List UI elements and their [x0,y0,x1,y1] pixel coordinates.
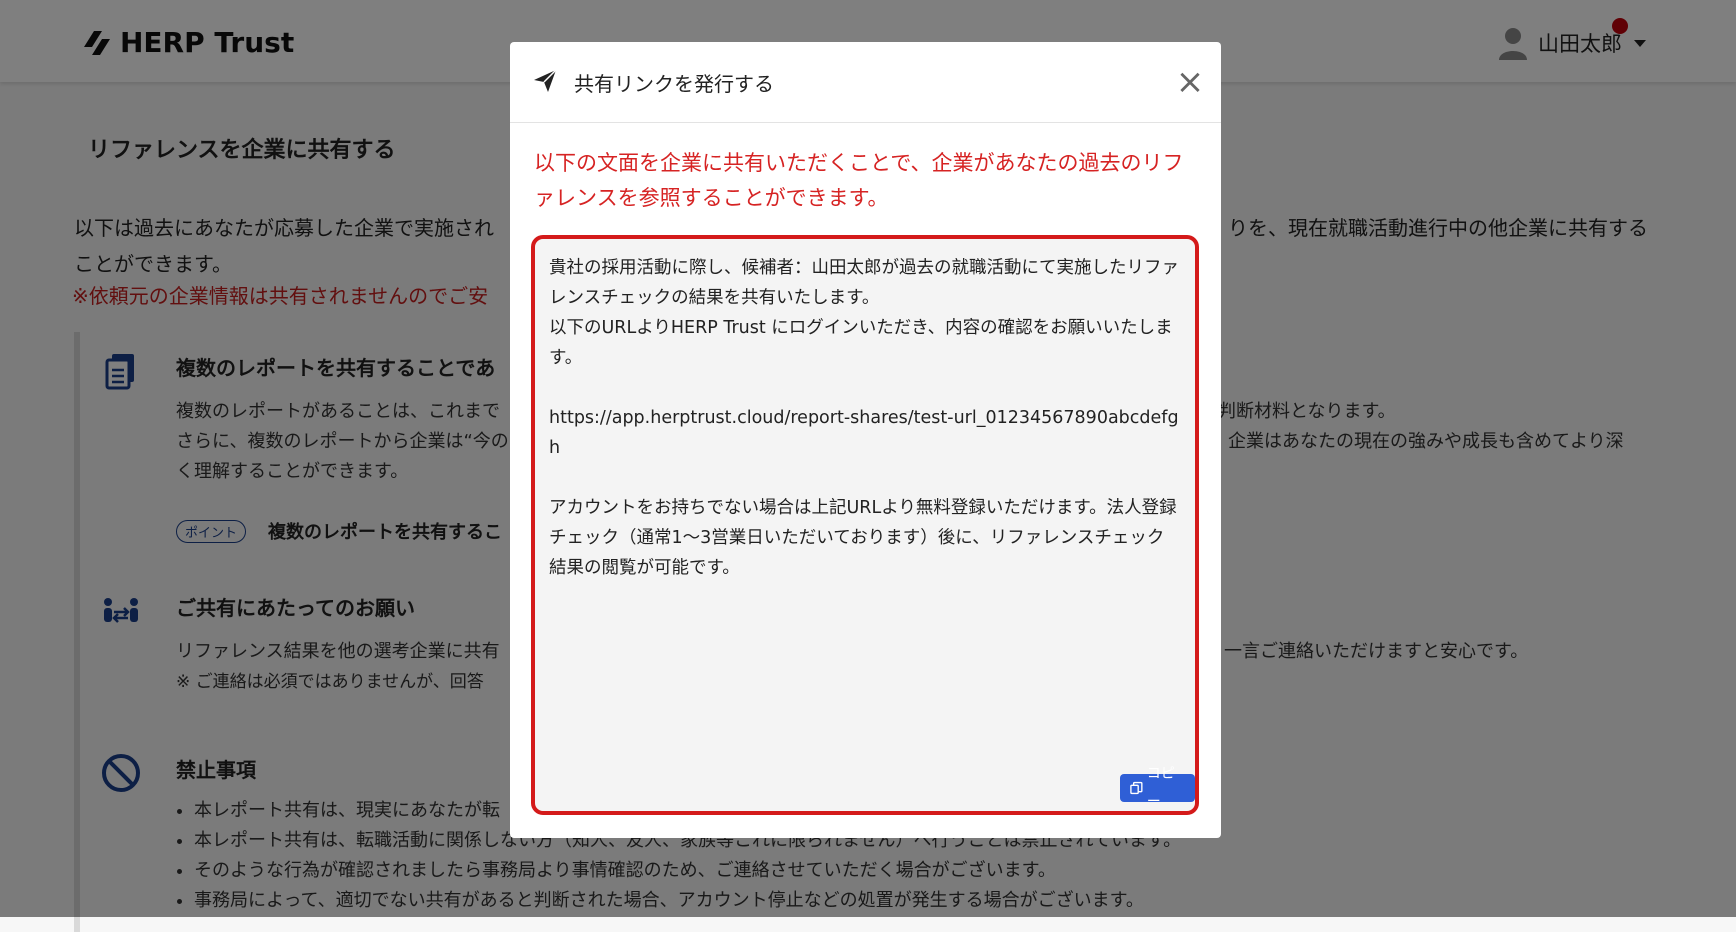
share-message-text[interactable]: 貴社の採用活動に際し、候補者：山田太郎が過去の就職活動にて実施したリファレンスチ… [549,253,1181,583]
modal-title: 共有リンクを発行する [574,72,774,96]
modal-header: 共有リンクを発行する × [510,42,1221,123]
share-message-box[interactable]: 貴社の採用活動に際し、候補者：山田太郎が過去の就職活動にて実施したリファレンスチ… [531,235,1199,815]
copy-button[interactable]: コピー [1120,766,1195,810]
close-icon[interactable]: × [1174,65,1206,99]
modal-lead-text: 以下の文面を企業に共有いただくことで、企業があなたの過去のリファレンスを参照する… [534,151,1184,210]
paper-plane-icon [534,69,557,92]
copy-button-label: コピー [1146,766,1175,810]
copy-icon [1130,781,1143,795]
share-link-modal: 共有リンクを発行する × 以下の文面を企業に共有いただくことで、企業があなたの過… [510,42,1221,838]
